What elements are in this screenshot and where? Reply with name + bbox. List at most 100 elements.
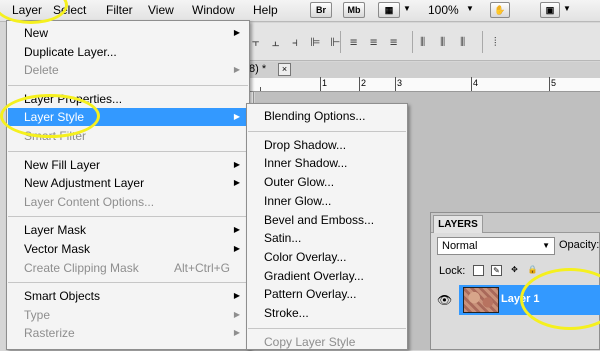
- layer-menu-item-label: Duplicate Layer...: [24, 44, 117, 59]
- menu-select[interactable]: Select: [53, 3, 86, 17]
- layer-style-item-label: Blending Options...: [264, 109, 366, 123]
- menu-window[interactable]: Window: [192, 3, 235, 17]
- layer-name[interactable]: Layer 1: [501, 293, 540, 305]
- layer-style-submenu: Blending Options... Drop Shadow... Inner S…: [246, 103, 408, 350]
- layer-style-item[interactable]: Blending Options...: [248, 107, 406, 125]
- ruler-tick: [320, 77, 321, 91]
- layer-style-item[interactable]: Stroke...: [248, 304, 406, 322]
- align-vcenter-icon[interactable]: ⫠: [272, 35, 279, 50]
- chevron-down-icon[interactable]: ▼: [466, 4, 474, 13]
- menu-separator: [8, 282, 248, 284]
- layer-menu-item[interactable]: Delete ▶: [8, 61, 248, 79]
- layer-menu-item[interactable]: Smart Objects ▶: [8, 287, 248, 305]
- lock-all-icon[interactable]: 🔒: [527, 265, 538, 276]
- menu-filter[interactable]: Filter: [106, 3, 133, 17]
- layer-menu-item[interactable]: Layer Properties...: [8, 90, 248, 108]
- chevron-right-icon: ▶: [233, 159, 240, 169]
- layer-menu-item-label: New Fill Layer: [24, 157, 101, 172]
- layer-style-item[interactable]: Pattern Overlay...: [248, 285, 406, 303]
- layer-thumbnail[interactable]: [463, 287, 499, 313]
- ruler-label: 1: [322, 78, 328, 88]
- divider: [482, 31, 483, 53]
- layer-menu-item[interactable]: Type ▶: [8, 306, 248, 324]
- layer-style-item[interactable]: Drop Shadow...: [248, 136, 406, 154]
- view-extras-icon[interactable]: ▦: [378, 2, 400, 18]
- layer-menu-item[interactable]: Vector Mask ▶: [8, 240, 248, 258]
- menu-separator: [8, 84, 248, 86]
- layer-style-item-label: Pattern Overlay...: [264, 287, 357, 302]
- layer-menu-item-label: New Adjustment Layer: [24, 176, 145, 191]
- menu-separator: [248, 327, 406, 329]
- menu-help[interactable]: Help: [253, 3, 278, 17]
- layer-style-item-label: Gradient Overlay...: [264, 268, 364, 283]
- blend-mode-select[interactable]: Normal ▼: [437, 237, 555, 255]
- align-hcenter-icon[interactable]: ⊩: [330, 35, 340, 49]
- layer-menu-item[interactable]: New ▶: [8, 24, 248, 42]
- layer-menu-item[interactable]: Layer Content Options...: [8, 193, 248, 211]
- layer-menu-item[interactable]: Duplicate Layer...: [8, 43, 248, 61]
- layer-menu-item[interactable]: Layer Style ▶: [8, 108, 248, 127]
- distribute-top-icon[interactable]: ≡: [350, 35, 357, 49]
- layer-style-item-label: Stroke...: [264, 306, 309, 320]
- align-top-icon[interactable]: ⫟: [252, 35, 259, 50]
- menu-layer[interactable]: Layer: [12, 3, 42, 17]
- document-tab[interactable]: /8) * ×: [240, 62, 600, 78]
- ruler-label: 5: [551, 78, 557, 88]
- chevron-down-icon[interactable]: ▼: [563, 4, 571, 13]
- screen-mode-icon[interactable]: ▣: [540, 2, 560, 18]
- layer-menu-item-label: Create Clipping Mask: [24, 260, 139, 275]
- align-bottom-icon[interactable]: ⫞: [292, 35, 298, 50]
- distribute-right-icon[interactable]: ⦀: [460, 35, 465, 50]
- menu-separator: [8, 216, 248, 218]
- eye-icon[interactable]: 👁: [437, 293, 452, 307]
- layer-style-item[interactable]: Inner Glow...: [248, 192, 406, 210]
- layer-menu-item-label: Layer Properties...: [24, 91, 123, 106]
- distribute-vcenter-icon[interactable]: ≡: [370, 35, 377, 49]
- layer-menu-item[interactable]: Rasterize ▶: [8, 324, 248, 342]
- layer-style-item[interactable]: Satin...: [248, 229, 406, 247]
- layer-style-item-label: Drop Shadow...: [264, 137, 347, 152]
- chevron-down-icon[interactable]: ▼: [403, 4, 411, 13]
- layer-style-item[interactable]: Bevel and Emboss...: [248, 211, 406, 229]
- zoom-level[interactable]: 100%: [428, 3, 459, 17]
- layer-style-item-label: Inner Glow...: [264, 193, 332, 208]
- layer-style-item[interactable]: Copy Layer Style: [248, 333, 406, 351]
- lock-position-icon[interactable]: ✥: [509, 265, 520, 276]
- minibridge-icon[interactable]: Mb: [343, 2, 365, 18]
- layer-style-item[interactable]: Inner Shadow...: [248, 154, 406, 172]
- layer-menu-item[interactable]: Create Clipping Mask Alt+Ctrl+G: [8, 259, 248, 277]
- layers-panel: LAYERS Normal ▼ Opacity: Lock: ✎ ✥ 🔒 👁 L…: [430, 212, 600, 350]
- lock-image-icon[interactable]: ✎: [491, 265, 502, 276]
- align-left-icon[interactable]: ⊫: [310, 35, 320, 49]
- ruler-tick: [395, 77, 396, 91]
- layer-style-item[interactable]: Color Overlay...: [248, 248, 406, 266]
- layer-style-item-label: Inner Shadow...: [264, 156, 348, 171]
- layer-style-item[interactable]: Outer Glow...: [248, 173, 406, 191]
- distribute-bottom-icon[interactable]: ≡: [390, 35, 397, 49]
- menu-view[interactable]: View: [148, 3, 174, 17]
- distribute-left-icon[interactable]: ⦀: [420, 35, 425, 50]
- distribute-hcenter-icon[interactable]: ⦀: [440, 35, 445, 50]
- layer-style-item-label: Color Overlay...: [264, 249, 347, 264]
- tab-layers[interactable]: LAYERS: [433, 215, 483, 233]
- layer-menu-item[interactable]: New Fill Layer ▶: [8, 156, 248, 174]
- bridge-icon[interactable]: Br: [310, 2, 332, 18]
- layer-style-item-label: Satin...: [264, 231, 302, 246]
- hand-tool-icon[interactable]: ✋: [490, 2, 510, 18]
- layer-menu-item-label: Layer Style: [24, 110, 85, 125]
- layer-menu-item[interactable]: Smart Filter: [8, 127, 248, 145]
- layer-menu-item[interactable]: New Adjustment Layer ▶: [8, 174, 248, 192]
- blend-mode-value: Normal: [442, 240, 478, 252]
- lock-transparent-icon[interactable]: [473, 265, 484, 276]
- divider: [412, 31, 413, 53]
- layer-menu-item[interactable]: Layer Mask ▶: [8, 221, 248, 239]
- layer-style-item-label: Outer Glow...: [264, 175, 335, 190]
- horizontal-ruler: 1 2 3 4 5: [240, 77, 600, 92]
- auto-align-icon[interactable]: ⦙: [494, 35, 497, 50]
- menu-separator: [8, 150, 248, 152]
- ruler-label: 3: [397, 78, 403, 88]
- menu-bar: Layer Select Filter View Window Help Br …: [0, 0, 600, 22]
- close-icon[interactable]: ×: [278, 63, 291, 76]
- chevron-right-icon: ▶: [233, 328, 240, 338]
- layer-style-item[interactable]: Gradient Overlay...: [248, 267, 406, 285]
